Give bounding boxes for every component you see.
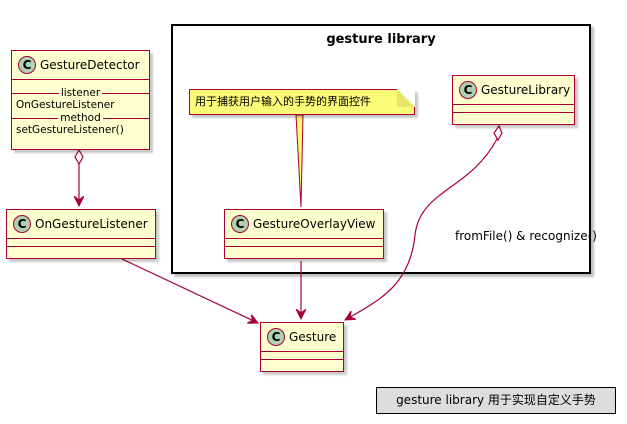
class-name: GestureLibrary [481, 83, 571, 97]
association-listener-gesture [121, 258, 258, 323]
method-set-gesture-listener: setGestureListener() [16, 124, 124, 136]
class-name: GestureOverlayView [253, 217, 376, 231]
class-gesture[interactable]: C Gesture [260, 322, 344, 372]
class-badge-icon: C [267, 328, 285, 346]
section-divider-listener: listener [12, 87, 149, 99]
class-name: GestureDetector [40, 58, 140, 72]
aggregation-diamond-detector [74, 148, 84, 166]
class-gesture-detector[interactable]: C GestureDetector listener OnGestureList… [11, 50, 150, 150]
legend-text: gesture library 用于实现自定义手势 [396, 393, 596, 407]
note-connector [295, 114, 304, 208]
note-overlay-description: 用于捕获用户输入的手势的界面控件 [189, 89, 415, 115]
class-badge-icon: C [13, 215, 31, 233]
note-fold-corner [397, 89, 415, 107]
edge-label-fromfile-recognize: fromFile() & recognize() [455, 229, 597, 243]
aggregation-diamond-library [493, 124, 503, 142]
class-name: Gesture [289, 330, 337, 344]
note-text: 用于捕获用户输入的手势的界面控件 [195, 95, 371, 108]
class-gesture-overlay-view[interactable]: C GestureOverlayView [224, 209, 384, 259]
class-gesture-library[interactable]: C GestureLibrary [452, 75, 575, 125]
diagram-legend: gesture library 用于实现自定义手势 [376, 387, 616, 414]
section-divider-method: method [12, 112, 149, 124]
class-badge-icon: C [18, 56, 36, 74]
field-listener: OnGestureListener [16, 99, 115, 111]
class-on-gesture-listener[interactable]: C OnGestureListener [6, 209, 156, 259]
class-badge-icon: C [231, 215, 249, 233]
class-name: OnGestureListener [35, 217, 148, 231]
class-badge-icon: C [459, 81, 477, 99]
